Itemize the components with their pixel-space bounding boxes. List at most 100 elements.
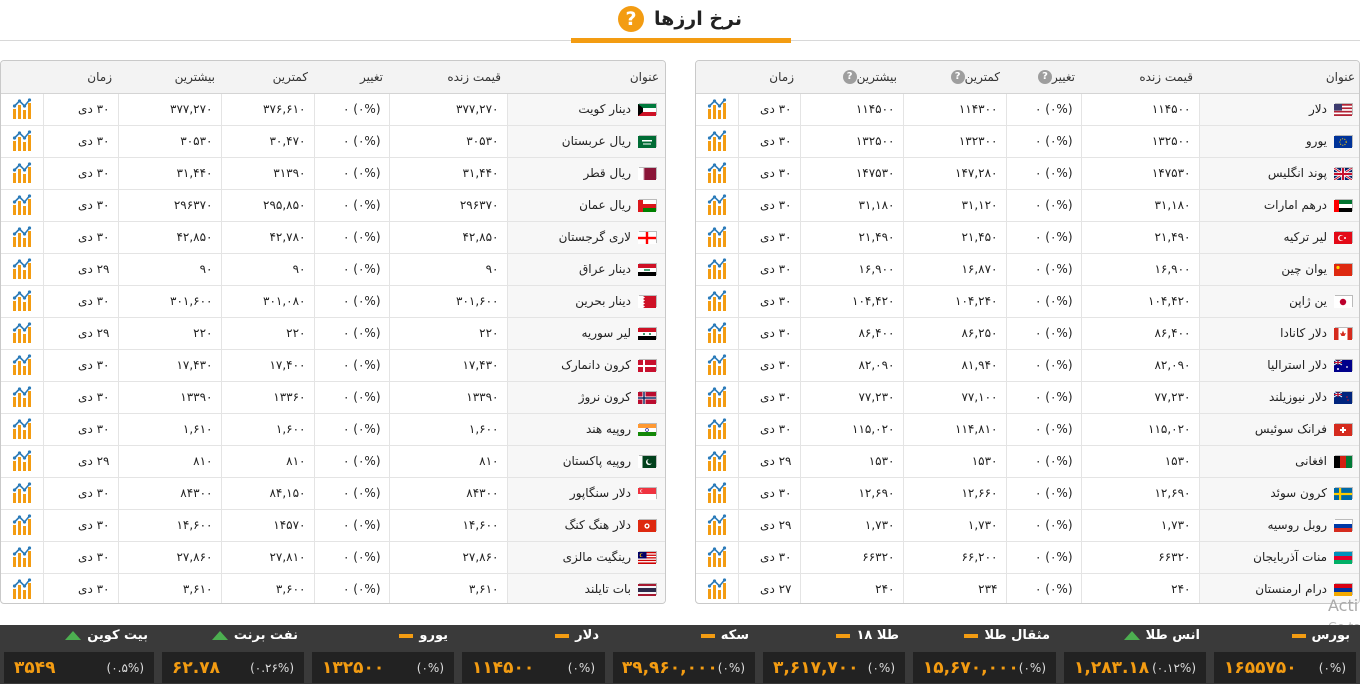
up-arrow-icon	[1123, 631, 1140, 640]
currency-name[interactable]: پوند انگلیس	[1268, 166, 1327, 180]
chart-icon[interactable]	[10, 354, 34, 375]
currency-name[interactable]: روپیه هند	[586, 422, 631, 436]
table-row: دلار سنگاپور ۸۴۳۰۰ (۰%) ۰ ۸۴,۱۵۰ ۸۴۳۰۰ ۳۰ دی	[1, 476, 665, 509]
flag-kw-icon	[638, 103, 657, 116]
currency-name[interactable]: بات تایلند	[585, 582, 631, 596]
chart-icon[interactable]	[10, 290, 34, 311]
chart-icon[interactable]	[10, 514, 34, 535]
chart-icon[interactable]	[10, 482, 34, 503]
ticker-item[interactable]: سکه (۰%) ۳۹,۹۶۰,۰۰۰	[609, 625, 759, 684]
currency-name[interactable]: لیر ترکیه	[1284, 230, 1327, 244]
help-icon[interactable]: ?	[1038, 70, 1052, 84]
chart-icon[interactable]	[10, 258, 34, 279]
currency-name[interactable]: دینار عراق	[579, 262, 631, 276]
currency-name[interactable]: کرون دانمارک	[561, 358, 631, 372]
chart-icon[interactable]	[705, 514, 729, 535]
currency-name[interactable]: کرون نروژ	[579, 390, 631, 404]
chart-icon[interactable]	[705, 546, 729, 567]
currency-name[interactable]: رینگیت مالزی	[563, 550, 631, 564]
chart-icon[interactable]	[10, 98, 34, 119]
ticker-item[interactable]: انس طلا (۰.۱۲%) ۱,۲۸۳.۱۸	[1060, 625, 1210, 684]
currency-name[interactable]: یوان چین	[1281, 262, 1327, 276]
currency-name[interactable]: ین ژاپن	[1289, 294, 1327, 308]
ticker-item[interactable]: دلار (۰%) ۱۱۴۵۰۰	[458, 625, 609, 684]
currency-name[interactable]: منات آذربایجان	[1253, 550, 1327, 564]
currency-name[interactable]: دلار کانادا	[1280, 326, 1327, 340]
col-time-header: زمان	[43, 61, 118, 94]
low-price: ۱۳۲۳۰۰	[902, 124, 1006, 157]
chart-icon[interactable]	[705, 354, 729, 375]
chart-icon[interactable]	[705, 130, 729, 151]
table-row: ریال قطر ۳۱,۴۴۰ (۰%) ۰ ۳۱۳۹۰ ۳۱,۴۴۰ ۳۰ دی	[1, 156, 665, 189]
col-change-header: تغییر?	[1006, 61, 1081, 94]
name-wrap: ریال عربستان	[508, 134, 657, 148]
currency-name[interactable]: درهم امارات	[1264, 198, 1327, 212]
ticker-item[interactable]: یورو (۰%) ۱۳۲۵۰۰	[308, 625, 458, 684]
ticker-item[interactable]: طلا ۱۸ (۰%) ۳,۶۱۷,۷۰۰	[759, 625, 909, 684]
chart-icon[interactable]	[705, 418, 729, 439]
chart-icon[interactable]	[705, 258, 729, 279]
ticker-item[interactable]: مثقال طلا (۰%) ۱۵,۶۷۰,۰۰۰	[909, 625, 1060, 684]
currency-name[interactable]: دلار استرالیا	[1267, 358, 1327, 372]
low-price: ۲۹۵,۸۵۰	[220, 188, 314, 221]
currency-name[interactable]: دلار سنگاپور	[570, 486, 631, 500]
currency-name[interactable]: روبل روسیه	[1267, 518, 1327, 532]
currency-name[interactable]: فرانک سوئیس	[1255, 422, 1327, 436]
price-change: (۰%) ۰	[313, 220, 389, 253]
rate-title-cell: لیر ترکیه	[1198, 220, 1359, 253]
chart-icon[interactable]	[10, 578, 34, 600]
currency-name[interactable]: کرون سوئد	[1270, 486, 1327, 500]
chart-icon[interactable]	[705, 578, 729, 600]
currency-name[interactable]: یورو	[1306, 134, 1327, 148]
ticker-item[interactable]: بورس (۰%) ۱۶۵۵۷۵۰	[1210, 625, 1360, 684]
chart-icon[interactable]	[705, 482, 729, 503]
chart-icon[interactable]	[10, 194, 34, 215]
high-price: ۱۳۲۵۰۰	[799, 124, 903, 157]
price-change: (۰%) ۰	[313, 156, 389, 189]
chart-icon[interactable]	[705, 450, 729, 471]
ticker-label-wrap: بورس	[1291, 628, 1350, 643]
chart-icon[interactable]	[10, 130, 34, 151]
help-icon[interactable]: ?	[950, 70, 965, 84]
price-change: (۰%) ۰	[313, 380, 389, 413]
help-icon[interactable]: ?	[618, 6, 645, 32]
chart-icon[interactable]	[705, 162, 729, 183]
table-row: کرون سوئد ۱۲,۶۹۰ (۰%) ۰ ۱۲,۶۶۰ ۱۲,۶۹۰ ۳۰ دی	[696, 476, 1359, 509]
ticker-item[interactable]: بیت کوین (۰.۵%) ۳۵۴۹	[0, 625, 158, 684]
chart-icon[interactable]	[705, 226, 729, 247]
chart-icon[interactable]	[10, 450, 34, 471]
chart-icon[interactable]	[705, 194, 729, 215]
live-price: ۱۶,۹۰۰	[1080, 252, 1199, 285]
live-price: ۳۱,۴۴۰	[388, 156, 507, 189]
chart-icon[interactable]	[705, 386, 729, 407]
currency-name[interactable]: ریال عمان	[579, 198, 631, 212]
chart-icon[interactable]	[705, 98, 729, 119]
currency-name[interactable]: لیر سوریه	[581, 326, 631, 340]
currency-name[interactable]: افغانی	[1295, 454, 1327, 468]
chart-icon[interactable]	[10, 546, 34, 567]
currency-name[interactable]: دلار هنگ کنگ	[565, 518, 631, 532]
currency-name[interactable]: لاری گرجستان	[559, 230, 631, 244]
chart-icon[interactable]	[705, 322, 729, 343]
chart-icon[interactable]	[10, 386, 34, 407]
chart-icon[interactable]	[10, 162, 34, 183]
chart-icon[interactable]	[705, 290, 729, 311]
currency-name[interactable]: دینار کویت	[578, 102, 631, 116]
chart-icon[interactable]	[10, 418, 34, 439]
currency-name[interactable]: ریال عربستان	[562, 134, 631, 148]
help-icon[interactable]: ?	[842, 70, 857, 84]
currency-name[interactable]: ریال قطر	[583, 166, 631, 180]
price-change: (۰%) ۰	[1005, 220, 1081, 253]
currency-name[interactable]: درام ارمنستان	[1255, 582, 1327, 596]
chart-icon[interactable]	[10, 322, 34, 343]
table-row: ریال عمان ۲۹۶۳۷۰ (۰%) ۰ ۲۹۵,۸۵۰ ۲۹۶۳۷۰ ۳۰ دی	[1, 188, 665, 221]
ticker-item[interactable]: نفت برنت (۰.۲۶%) ۶۲.۷۸	[158, 625, 308, 684]
currency-name[interactable]: دلار	[1309, 102, 1327, 116]
chart-icon[interactable]	[10, 226, 34, 247]
currency-name[interactable]: دلار نیوزیلند	[1269, 390, 1327, 404]
high-price: ۸۲,۰۹۰	[799, 348, 903, 381]
high-price: ۳۰۵۳۰	[117, 124, 221, 157]
currency-name[interactable]: دینار بحرین	[575, 294, 631, 308]
chart-cell	[696, 124, 738, 157]
currency-name[interactable]: روپیه پاکستان	[563, 454, 631, 468]
